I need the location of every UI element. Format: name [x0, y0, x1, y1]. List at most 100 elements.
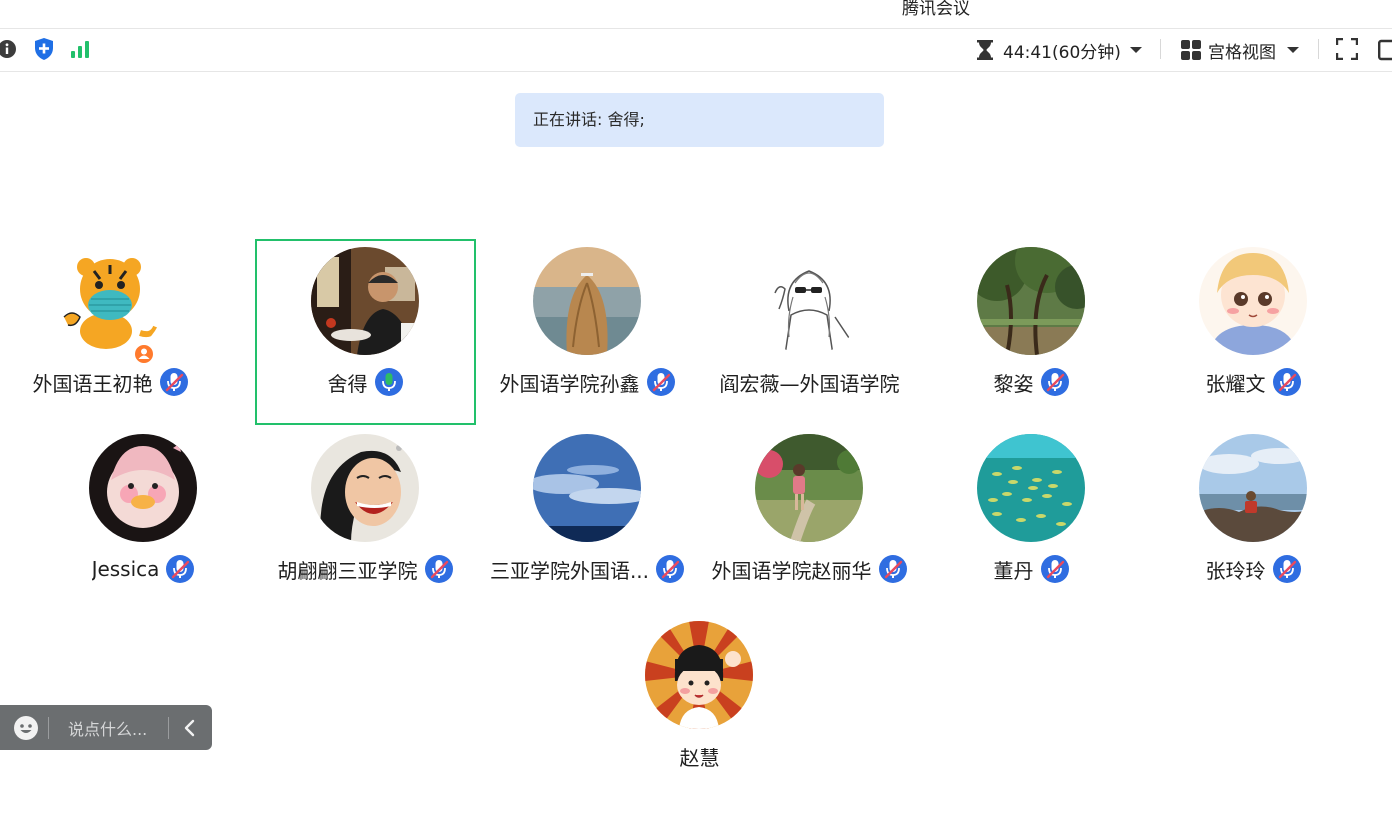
- participant-name: 外国语学院赵丽华: [711, 558, 872, 583]
- participant-name: 外国语王初艳: [32, 371, 153, 396]
- participant-name: 董丹: [993, 558, 1034, 583]
- mic-muted-icon[interactable]: [1272, 367, 1302, 397]
- participant-name-row: 阎宏薇—外国语学院: [699, 367, 920, 397]
- speaking-text: 正在讲话: 舍得;: [533, 110, 645, 129]
- participant-name-row: 外国语学院孙鑫: [477, 367, 698, 397]
- info-icon[interactable]: [0, 39, 18, 59]
- participant-name-row: 黎姿: [921, 367, 1142, 397]
- app-title: 腾讯会议: [902, 0, 970, 19]
- toolbar-divider: [1318, 39, 1319, 59]
- participant-tile[interactable]: 董丹: [921, 426, 1142, 612]
- mic-muted-icon[interactable]: [424, 554, 454, 584]
- participant-name-row: 舍得: [255, 367, 476, 397]
- avatar: [56, 247, 164, 355]
- avatar: [1199, 434, 1307, 542]
- host-badge-icon: [133, 343, 155, 365]
- rocky-shore-avatar: [1199, 434, 1307, 542]
- mic-muted-icon[interactable]: [159, 367, 189, 397]
- participant-name: 舍得: [327, 371, 368, 396]
- mic-muted-icon[interactable]: [655, 554, 685, 584]
- chat-divider: [168, 717, 169, 739]
- plush-duck-avatar: [89, 434, 197, 542]
- avatar: [977, 247, 1085, 355]
- window-icon[interactable]: [1378, 39, 1392, 61]
- participant-name: 胡翩翩三亚学院: [277, 558, 418, 583]
- mic-muted-icon[interactable]: [1040, 554, 1070, 584]
- participant-name: 张耀文: [1205, 371, 1266, 396]
- view-mode-button[interactable]: 宫格视图: [1208, 38, 1276, 63]
- participant-name: 张玲玲: [1205, 558, 1266, 583]
- chevron-left-icon[interactable]: [183, 719, 197, 737]
- participant-tile[interactable]: 外国语学院赵丽华: [699, 426, 920, 612]
- title-bar: 腾讯会议: [0, 0, 1392, 29]
- avatar: [311, 434, 419, 542]
- sky-sea-avatar: [533, 434, 641, 542]
- mic-speaking-icon[interactable]: [374, 367, 404, 397]
- emoji-icon[interactable]: [13, 715, 39, 741]
- meeting-toolbar: 44:41(60分钟) 宫格视图: [0, 29, 1392, 72]
- trees-avatar: [977, 247, 1085, 355]
- participant-name: 三亚学院外国语...: [489, 558, 650, 583]
- participant-name-row: 张耀文: [1143, 367, 1364, 397]
- avatar: [533, 434, 641, 542]
- avatar: [1199, 247, 1307, 355]
- beach-hair-avatar: [533, 247, 641, 355]
- participant-tile-active[interactable]: 舍得: [255, 239, 476, 425]
- participant-name-row: Jessica: [33, 554, 254, 584]
- avatar: [89, 434, 197, 542]
- shield-icon[interactable]: [33, 37, 55, 61]
- mic-muted-icon[interactable]: [878, 554, 908, 584]
- chevron-down-icon[interactable]: [1286, 46, 1300, 54]
- participant-name: 阎宏薇—外国语学院: [719, 371, 900, 396]
- man-photo-avatar: [311, 247, 419, 355]
- participant-name: 外国语学院孙鑫: [499, 371, 640, 396]
- participant-tile[interactable]: 外国语学院孙鑫: [477, 239, 698, 425]
- toolbar-divider: [1160, 39, 1161, 59]
- participant-name-row: 外国语学院赵丽华: [699, 554, 920, 584]
- participant-name-row: 胡翩翩三亚学院: [255, 554, 476, 584]
- chat-bar: 说点什么...: [0, 705, 212, 750]
- avatar: [311, 247, 419, 355]
- laughing-woman-avatar: [311, 434, 419, 542]
- signal-icon[interactable]: [70, 38, 92, 60]
- fish-school-avatar: [977, 434, 1085, 542]
- participant-tile[interactable]: 张耀文: [1143, 239, 1364, 425]
- fullscreen-icon[interactable]: [1336, 38, 1358, 60]
- chevron-down-icon[interactable]: [1129, 46, 1143, 54]
- anime-blonde-avatar: [1199, 247, 1307, 355]
- speaking-indicator: 正在讲话: 舍得;: [515, 93, 884, 147]
- avatar: [755, 247, 863, 355]
- participant-name: 赵慧: [679, 745, 720, 770]
- sketch-girl-avatar: [755, 247, 863, 355]
- participant-name-row: 外国语王初艳: [0, 367, 221, 397]
- chat-divider: [48, 717, 49, 739]
- avatar: [755, 434, 863, 542]
- mic-muted-icon[interactable]: [646, 367, 676, 397]
- garden-woman-avatar: [755, 434, 863, 542]
- cartoon-girl-avatar: [645, 621, 753, 729]
- participant-name-row: 赵慧: [589, 741, 810, 771]
- participant-tile[interactable]: 赵慧: [589, 613, 810, 799]
- mic-muted-icon[interactable]: [1040, 367, 1070, 397]
- mic-muted-icon[interactable]: [165, 554, 195, 584]
- participant-name-row: 董丹: [921, 554, 1142, 584]
- participant-tile[interactable]: 阎宏薇—外国语学院: [699, 239, 920, 425]
- participant-name-row: 三亚学院外国语...: [477, 554, 698, 584]
- participant-tile[interactable]: 黎姿: [921, 239, 1142, 425]
- participant-name-row: 张玲玲: [1143, 554, 1364, 584]
- avatar: [645, 621, 753, 729]
- avatar: [977, 434, 1085, 542]
- meeting-timer[interactable]: 44:41(60分钟): [1003, 38, 1121, 63]
- participant-tile[interactable]: 胡翩翩三亚学院: [255, 426, 476, 612]
- chat-input[interactable]: 说点什么...: [68, 716, 147, 740]
- grid-view-icon[interactable]: [1181, 40, 1201, 60]
- participant-tile[interactable]: Jessica: [33, 426, 254, 612]
- participant-tile[interactable]: 外国语王初艳: [0, 239, 221, 425]
- participant-tile[interactable]: 三亚学院外国语...: [477, 426, 698, 612]
- hourglass-icon: [977, 40, 993, 60]
- avatar: [533, 247, 641, 355]
- participant-tile[interactable]: 张玲玲: [1143, 426, 1364, 612]
- participant-name: 黎姿: [993, 371, 1034, 396]
- participant-name: Jessica: [91, 557, 160, 581]
- mic-muted-icon[interactable]: [1272, 554, 1302, 584]
